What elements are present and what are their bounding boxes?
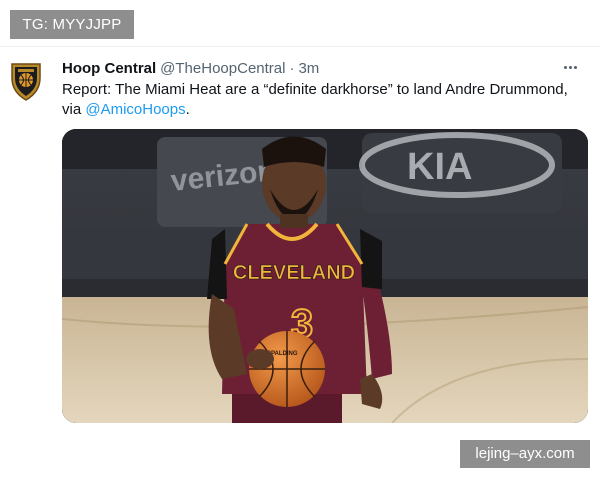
tweet-header: Hoop Central @TheHoopCentral · 3m: [62, 57, 582, 79]
mention-link[interactable]: @AmicoHoops: [85, 101, 185, 118]
tweet-card[interactable]: Hoop Central @TheHoopCentral · 3m Report…: [0, 46, 600, 432]
more-horizontal-icon: [563, 65, 567, 69]
hoop-central-logo-icon: [11, 63, 41, 101]
tweet-text: Report: The Miami Heat are a “definite d…: [62, 80, 590, 120]
more-options-button[interactable]: [558, 55, 582, 79]
basketball-player-photo: verizon KIA CLEVELAND 3 SPALDING: [62, 129, 588, 423]
jersey-team-text: CLEVELAND: [233, 262, 355, 284]
separator: ·: [289, 59, 295, 77]
author-handle[interactable]: @TheHoopCentral: [160, 60, 285, 77]
site-watermark: lejing–ayx.com: [460, 440, 590, 468]
tweet-photo[interactable]: verizon KIA CLEVELAND 3 SPALDING: [62, 129, 588, 423]
author-name[interactable]: Hoop Central: [62, 60, 156, 77]
avatar[interactable]: [10, 60, 42, 102]
telegram-watermark: TG: MYYJJPP: [10, 10, 134, 39]
arena-sign-kia: KIA: [407, 146, 472, 188]
timestamp[interactable]: 3m: [298, 60, 319, 77]
tweet-end: .: [185, 101, 190, 118]
